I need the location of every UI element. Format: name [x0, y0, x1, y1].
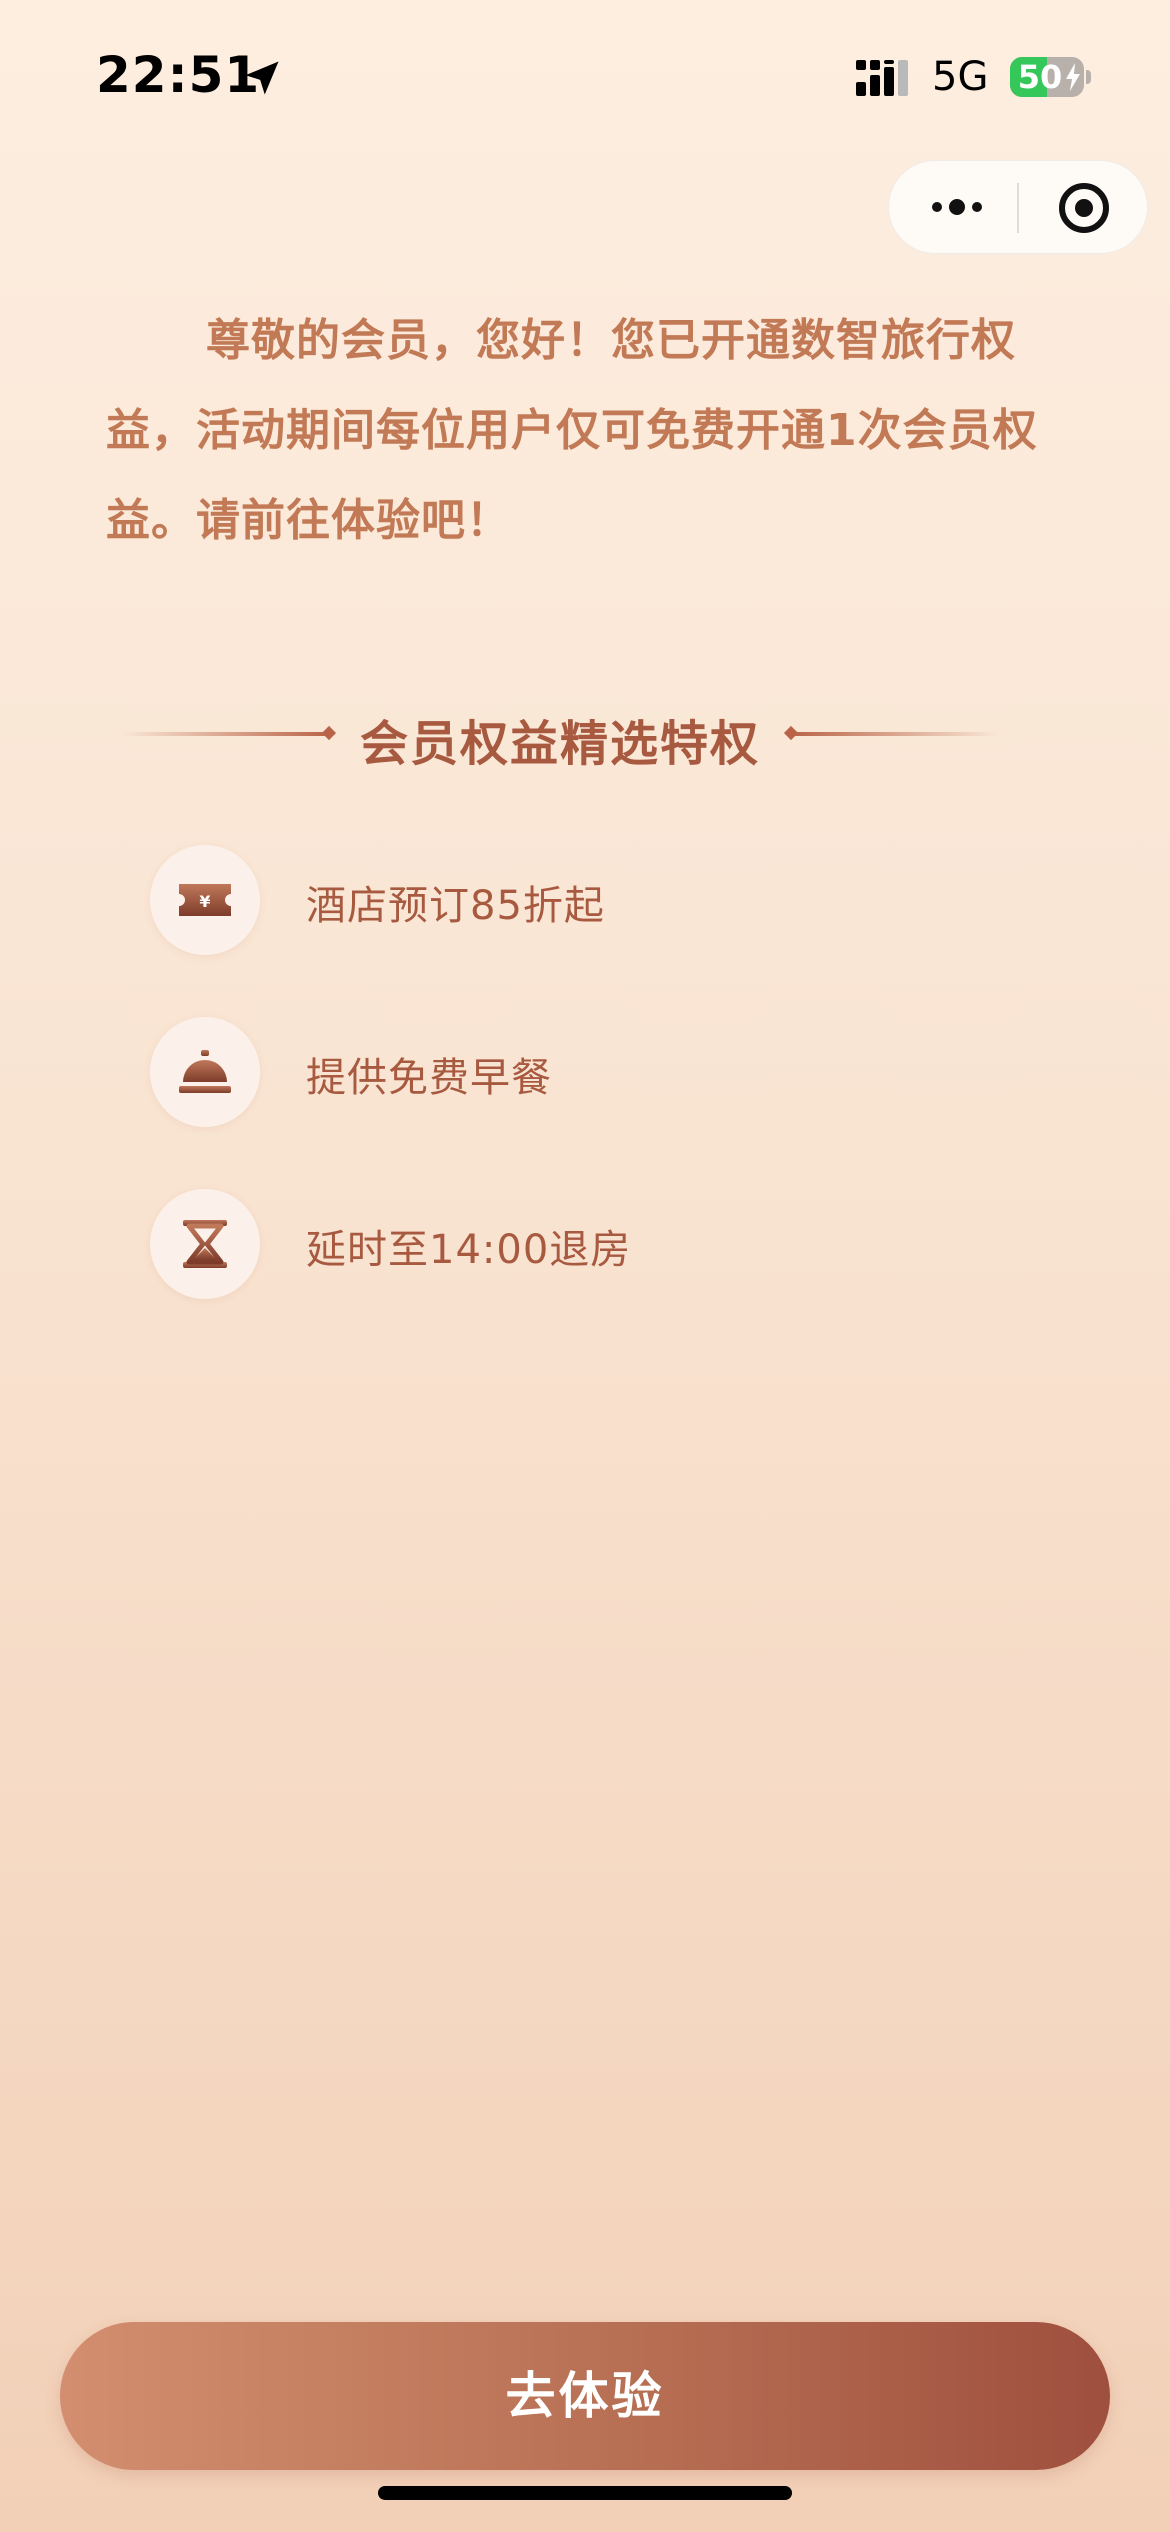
benefit-icon-wrap: ¥	[150, 845, 260, 955]
service-bell-icon	[179, 1050, 231, 1093]
signal-icon	[856, 60, 908, 96]
more-dots-icon[interactable]	[927, 187, 987, 227]
battery-indicator: 50	[1010, 57, 1084, 97]
section-header: 会员权益精选特权	[120, 690, 1000, 780]
close-target-icon[interactable]	[1057, 181, 1111, 235]
benefit-item-breakfast: 提供免费早餐	[150, 1017, 950, 1127]
network-type: 5G	[932, 54, 989, 100]
benefit-label: 延时至14:00退房	[306, 1227, 632, 1273]
section-title: 会员权益精选特权	[359, 716, 760, 772]
status-bar: 22:51 5G 50	[0, 0, 1170, 150]
location-arrow-icon	[245, 61, 279, 95]
try-it-button-label: 去体验	[505, 2367, 665, 2425]
hourglass-icon	[183, 1220, 227, 1268]
intro-message: 尊敬的会员，您好！您已开通数智旅行权益，活动期间每位用户仅可免费开通1次会员权益…	[106, 315, 1038, 546]
battery-charging-icon	[1066, 63, 1080, 91]
benefit-item-discount: ¥ 酒店预订85折起	[150, 845, 950, 955]
discount-ticket-icon: ¥	[179, 884, 231, 916]
benefit-icon-wrap	[150, 1017, 260, 1127]
benefit-item-late-checkout: 延时至14:00退房	[150, 1189, 950, 1299]
try-it-button[interactable]: 去体验	[60, 2322, 1110, 2470]
battery-percent: 50	[1017, 58, 1063, 96]
status-time: 22:51	[96, 46, 261, 104]
benefit-icon-wrap	[150, 1189, 260, 1299]
decor-line-right	[790, 732, 1000, 736]
svg-text:¥: ¥	[199, 892, 210, 911]
capsule-divider	[1017, 183, 1019, 233]
mini-program-capsule	[888, 160, 1148, 254]
benefit-label: 酒店预订85折起	[306, 883, 605, 929]
home-indicator	[378, 2486, 792, 2500]
benefit-label: 提供免费早餐	[306, 1055, 552, 1101]
battery-tip	[1086, 70, 1091, 84]
